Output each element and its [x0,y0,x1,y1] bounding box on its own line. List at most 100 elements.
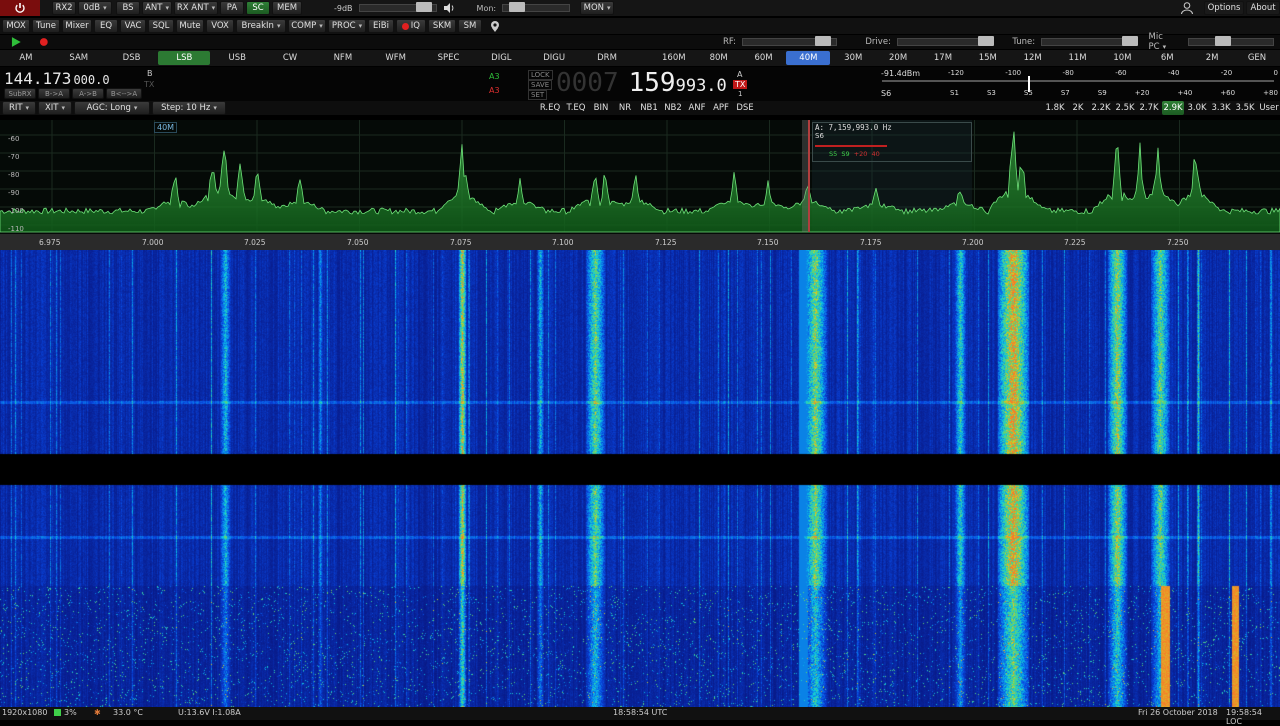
mode-sam[interactable]: SAM [53,51,105,65]
rf-slider-knob[interactable] [814,36,831,46]
mode-am[interactable]: AM [0,51,52,65]
preamp-select[interactable]: 0dB [78,1,112,15]
dsp-nb2[interactable]: NB2 [662,101,684,115]
dsp-teq[interactable]: T.EQ [564,101,588,115]
eq-button[interactable]: EQ [94,19,118,33]
band-10m[interactable]: 10M [1100,51,1144,65]
dsp-nb1[interactable]: NB1 [638,101,660,115]
eibi-button[interactable]: EiBi [368,19,394,33]
tune-slider-knob[interactable] [1122,36,1139,46]
rit-select[interactable]: RIT [2,101,36,115]
filter-2-7k[interactable]: 2.7K [1138,101,1160,115]
mute-button[interactable]: Mute [176,19,204,33]
dsp-anf[interactable]: ANF [686,101,708,115]
filter-2-2k[interactable]: 2.2K [1090,101,1112,115]
mode-lsb[interactable]: LSB [158,51,211,65]
lock-button[interactable]: LOCK [528,70,553,80]
dsp-bin[interactable]: BIN [590,101,612,115]
band-12m[interactable]: 12M [1011,51,1055,65]
mon-slider[interactable] [502,2,571,12]
volume-slider-knob[interactable] [415,2,432,12]
mode-drm[interactable]: DRM [581,51,633,65]
band-60m[interactable]: 60M [742,51,786,65]
mic-slider[interactable] [1188,36,1274,46]
drive-slider-knob[interactable] [977,36,994,46]
band-17m[interactable]: 17M [921,51,965,65]
proc-select[interactable]: PROC [328,19,366,33]
play-icon[interactable] [10,36,22,48]
band-40m[interactable]: 40M [786,51,831,65]
step-select[interactable]: Step: 10 Hz [152,101,226,115]
filter-2k[interactable]: 2K [1068,101,1088,115]
vox-button[interactable]: VOX [206,19,234,33]
options-button[interactable]: Options [1204,1,1244,15]
bs-button[interactable]: BS [116,1,140,15]
drive-slider[interactable] [896,36,994,46]
about-button[interactable]: About [1246,1,1280,15]
mode-digl[interactable]: DIGL [475,51,527,65]
b-to-a-button[interactable]: B->A [38,88,70,99]
mixer-button[interactable]: Mixer [62,19,92,33]
mic-select[interactable]: Mic PC [1149,32,1183,52]
sql-button[interactable]: SQL [148,19,174,33]
rf-slider[interactable] [741,36,838,46]
vac-button[interactable]: VAC [120,19,146,33]
dsp-req[interactable]: R.EQ [538,101,562,115]
record-dot-icon[interactable] [38,36,50,48]
waterfall-display[interactable] [0,250,1280,707]
band-2m[interactable]: 2M [1190,51,1234,65]
mem-button[interactable]: MEM [272,1,302,15]
tune-slider[interactable] [1041,36,1139,46]
filter-2-9k[interactable]: 2.9K [1162,101,1184,115]
band-11m[interactable]: 11M [1056,51,1100,65]
mode-wfm[interactable]: WFM [370,51,422,65]
mode-dsb[interactable]: DSB [106,51,158,65]
mode-cw[interactable]: CW [264,51,316,65]
vfo-b-display[interactable]: 144.173 000.0 [4,69,110,88]
band-80m[interactable]: 80M [697,51,741,65]
subrx-button[interactable]: SubRX [4,88,36,99]
mox-button[interactable]: MOX [2,19,30,33]
mode-usb[interactable]: USB [211,51,263,65]
vfo-a-display[interactable]: 0007 159993.0 [556,68,727,98]
skm-button[interactable]: SKM [428,19,456,33]
dsp-dse[interactable]: DSE [734,101,756,115]
mode-digu[interactable]: DIGU [528,51,580,65]
mon-select[interactable]: MON [580,1,615,15]
mon-slider-knob[interactable] [509,2,526,12]
band-6m[interactable]: 6M [1145,51,1189,65]
band-gen[interactable]: GEN [1235,51,1279,65]
filter-3-5k[interactable]: 3.5K [1234,101,1256,115]
band-160m[interactable]: 160M [652,51,696,65]
sm-button[interactable]: SM [458,19,482,33]
save-button[interactable]: SAVE [528,80,553,90]
a-to-b-button[interactable]: A->B [72,88,104,99]
dsp-apf[interactable]: APF [710,101,732,115]
agc-select[interactable]: AGC: Long [74,101,150,115]
location-icon[interactable] [488,19,502,33]
panadapter[interactable]: 40M -60 -70 -80 -90 -100 -110 A: 7,159,9… [0,120,1280,250]
filter-2-5k[interactable]: 2.5K [1114,101,1136,115]
ant-select[interactable]: ANT [142,1,172,15]
xit-select[interactable]: XIT [38,101,72,115]
breakin-select[interactable]: BreakIn [236,19,286,33]
band-30m[interactable]: 30M [831,51,875,65]
iq-button[interactable]: IQ [396,19,426,33]
swap-button[interactable]: B<-->A [106,88,142,99]
panadapter-spectrum[interactable] [0,120,1280,250]
tune-button[interactable]: Tune [32,19,60,33]
filter-3-3k[interactable]: 3.3K [1210,101,1232,115]
mode-spec[interactable]: SPEC [423,51,475,65]
user-icon[interactable] [1180,1,1194,15]
pa-button[interactable]: PA [220,1,244,15]
filter-user[interactable]: User [1258,101,1280,115]
band-20m[interactable]: 20M [876,51,920,65]
band-15m[interactable]: 15M [966,51,1010,65]
rx-ant-select[interactable]: RX ANT [174,1,218,15]
rx2-button[interactable]: RX2 [52,1,76,15]
power-button[interactable] [0,0,40,16]
comp-select[interactable]: COMP [288,19,326,33]
dsp-nr[interactable]: NR [614,101,636,115]
set-button[interactable]: SET [528,90,548,100]
filter-1-8k[interactable]: 1.8K [1044,101,1066,115]
